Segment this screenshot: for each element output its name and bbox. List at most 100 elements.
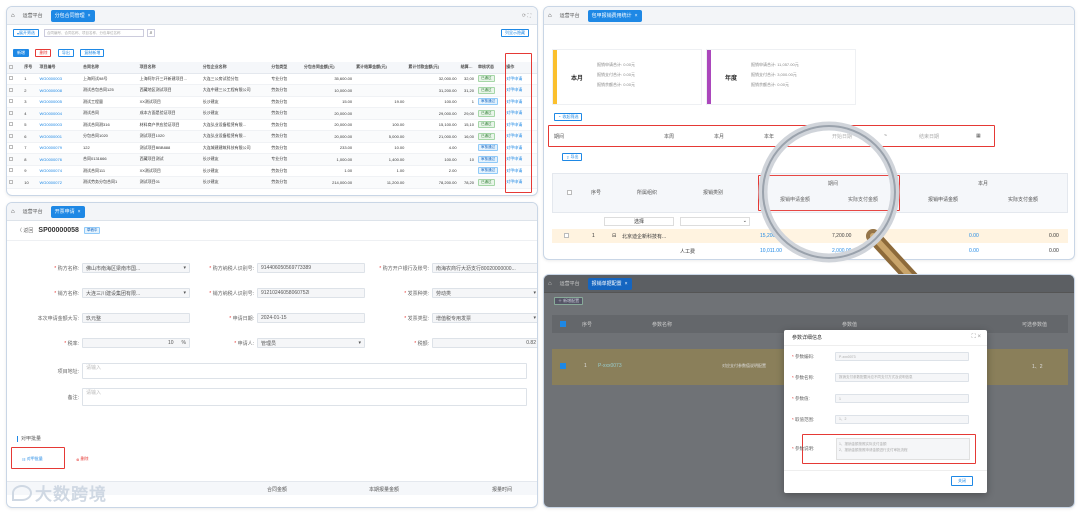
select-all-checkbox[interactable] xyxy=(567,190,572,195)
cell-code[interactable]: WG0000072 xyxy=(37,177,81,189)
window-controls-icon[interactable]: ⟳ ⛶ xyxy=(522,13,531,19)
home-icon[interactable]: ⌂ xyxy=(548,13,552,19)
copy-add-button[interactable]: 复制新增 xyxy=(80,49,105,57)
table-row[interactable]: 1 WG0000003 上海阿试98号 上海阿尔开三环新建项目... 大连三公房试验分包… xyxy=(7,73,537,85)
row-checkbox[interactable] xyxy=(7,108,22,120)
select-all-checkbox[interactable] xyxy=(7,62,22,73)
cell-code-text[interactable]: WG0000005 xyxy=(39,99,61,104)
row-checkbox[interactable] xyxy=(560,363,566,369)
cell-code[interactable]: WG0000005 xyxy=(37,96,81,108)
modal-close-icon[interactable]: ⛶ × xyxy=(972,334,981,341)
tab-platform[interactable]: 运营平台 xyxy=(556,278,584,290)
table-row[interactable]: 7 WG0000079 122 测试项目BBB888 大连城建建筑科技有限公司 劳务分包 2… xyxy=(7,142,537,154)
search-input[interactable]: 合同编号、合同名称、项目名称、分包单位名称 xyxy=(44,29,145,37)
table-row[interactable]: 2 WG0000008 测试合包合同125 西藏地区测试项目 大连中建三公工程有限公司 劳… xyxy=(7,84,537,97)
field-input[interactable]: 南海农商行大沥支行80020000000... xyxy=(432,263,537,273)
chevron-down-icon[interactable]: ▾ xyxy=(533,290,536,296)
tab-config[interactable]: 报销单据配置 × xyxy=(587,277,632,290)
tab-expense[interactable]: 包甲报销费用统计 × xyxy=(587,9,642,22)
row-checkbox[interactable] xyxy=(7,154,22,166)
chevron-down-icon[interactable]: ▾ xyxy=(183,290,186,296)
expand-filter-button[interactable]: ▾ 展开筛选 xyxy=(13,29,40,37)
field-input[interactable]: 管理员 ▾ xyxy=(257,338,365,348)
close-icon[interactable]: × xyxy=(78,209,81,215)
field-input[interactable]: 2024-01-15 xyxy=(257,313,365,323)
expand-icon[interactable]: ⊟ xyxy=(612,233,616,239)
tab-contract[interactable]: 分包合同管理 × xyxy=(50,9,95,22)
tab-platform[interactable]: 运营平台 xyxy=(19,206,47,218)
close-button[interactable]: 关闭 xyxy=(951,476,973,486)
row-checkbox[interactable] xyxy=(7,165,22,177)
close-icon[interactable]: × xyxy=(88,13,91,19)
modal-field-input[interactable]: 1 xyxy=(835,394,969,403)
chevron-down-icon[interactable]: ⌄ xyxy=(680,217,750,226)
add-button[interactable]: 新增 xyxy=(13,49,29,57)
modal-field-input[interactable]: 1、2 xyxy=(835,415,969,424)
row-checkbox[interactable] xyxy=(7,131,22,143)
close-icon[interactable]: × xyxy=(635,13,638,19)
home-icon[interactable]: ⌂ xyxy=(548,281,552,287)
table-row[interactable]: 3 WG0000005 测试工程量 XX测试项目 长沙建友 劳务分包 15.00 19.00 1… xyxy=(7,96,537,108)
field-input[interactable]: 佛山市南海区梁南市国... ▾ xyxy=(82,263,190,273)
chevron-down-icon[interactable]: ▾ xyxy=(358,340,361,346)
field-input[interactable]: 大连三川建设集团有限... ▾ xyxy=(82,288,190,298)
modal-field-input[interactable]: P-xxx0073 xyxy=(835,352,969,361)
table-row[interactable]: 4 WG0000004 测试合同 成本方面是验证项目 长沙建友 劳务分包 20,000.00… xyxy=(7,107,537,120)
back-link[interactable]: 〈 返回 xyxy=(17,227,33,234)
batch-button[interactable]: ☷ 对甲批量 xyxy=(19,455,46,463)
cell-code-text[interactable]: WG0000004 xyxy=(39,111,61,116)
collapse-filter-button[interactable]: ⌃ 收起筛选 xyxy=(554,113,583,121)
cell-code[interactable]: WG0000001 xyxy=(37,131,81,143)
row-checkbox[interactable] xyxy=(7,73,22,85)
table-row[interactable]: 8 WG0000076 合同0131666 西藏项目测试 长沙建友 专业分包 1,000.0… xyxy=(7,153,537,166)
home-icon[interactable]: ⌂ xyxy=(11,209,15,215)
field-input[interactable]: 劳动类 ▾ xyxy=(432,288,537,298)
cell-code-text[interactable]: WG0000076 xyxy=(39,157,61,162)
field-input[interactable]: 914406050569773389 xyxy=(257,263,365,273)
table-row[interactable]: 5 WG0000003 测试合同测316 材料商户供应验证项目 大连弘业设备租赁有限..… xyxy=(7,119,537,131)
select-all-checkbox[interactable] xyxy=(560,321,566,327)
field-input[interactable]: 91210246058060752l xyxy=(257,288,365,298)
tab-platform[interactable]: 运营平台 xyxy=(556,10,584,22)
cell-code-text[interactable]: WG0000074 xyxy=(39,168,61,173)
tab-invoice[interactable]: 开票申请 × xyxy=(50,205,85,218)
cell-code[interactable]: WG0000003 xyxy=(37,119,81,131)
opt-week[interactable]: 本周 xyxy=(664,133,674,140)
table-row[interactable]: 9 WG0000074 测试合同111 XX测试项目 长沙建友 劳务分包 1.00 1.00 2… xyxy=(7,165,537,177)
field-input[interactable]: 玖元整 xyxy=(82,313,190,323)
export-button[interactable]: ⇪ 导出 xyxy=(562,153,583,161)
chevron-down-icon[interactable]: ▾ xyxy=(533,315,536,321)
table-row[interactable]: 6 WG0000001 分包合同1020 测试项目1020 大连弘业设备租赁有限... 劳… xyxy=(7,130,537,143)
cell-code-text[interactable]: WG0000079 xyxy=(39,145,61,150)
column-toggle-button[interactable]: 列显示隐藏 xyxy=(501,29,529,37)
cell-code-text[interactable]: WG0000003 xyxy=(39,122,61,127)
delete-button[interactable]: 删除 xyxy=(35,49,52,57)
export-button[interactable]: 导出 xyxy=(57,49,74,57)
delete-button[interactable]: ⊗ 删除 xyxy=(73,455,92,463)
field-input[interactable]: 请输入 xyxy=(82,388,527,406)
cell-code[interactable]: WG0000079 xyxy=(37,142,81,154)
calendar-icon[interactable]: ▦ xyxy=(976,133,981,139)
close-icon[interactable]: × xyxy=(625,281,628,287)
row-checkbox[interactable] xyxy=(7,119,22,131)
row-checkbox[interactable] xyxy=(7,177,22,189)
cell-code[interactable]: WG0000004 xyxy=(37,108,81,120)
row-checkbox[interactable] xyxy=(7,85,22,97)
cell-code-text[interactable]: WG0000003 xyxy=(39,76,61,81)
select-filter[interactable]: 选择 xyxy=(604,217,674,226)
row-checkbox[interactable] xyxy=(7,96,22,108)
tab-platform[interactable]: 运营平台 xyxy=(19,10,47,22)
chevron-down-icon[interactable]: ▾ xyxy=(183,265,186,271)
cell-code-text[interactable]: WG0000001 xyxy=(39,134,61,139)
search-icon[interactable]: ⌕ xyxy=(147,29,156,37)
field-input[interactable]: 请输入 xyxy=(82,363,527,379)
field-input[interactable]: 0.82 xyxy=(432,338,537,348)
opt-month[interactable]: 本月 xyxy=(714,133,724,140)
row-checkbox[interactable] xyxy=(564,233,569,238)
row-checkbox[interactable] xyxy=(7,142,22,154)
field-input[interactable]: 10% xyxy=(82,338,190,348)
cell-code[interactable]: WG0000076 xyxy=(37,154,81,166)
add-config-button[interactable]: ＋ 新增配置 xyxy=(554,297,584,305)
cell-code[interactable]: WG0000003 xyxy=(37,73,81,85)
cell-code-text[interactable]: WG0000072 xyxy=(39,180,61,185)
